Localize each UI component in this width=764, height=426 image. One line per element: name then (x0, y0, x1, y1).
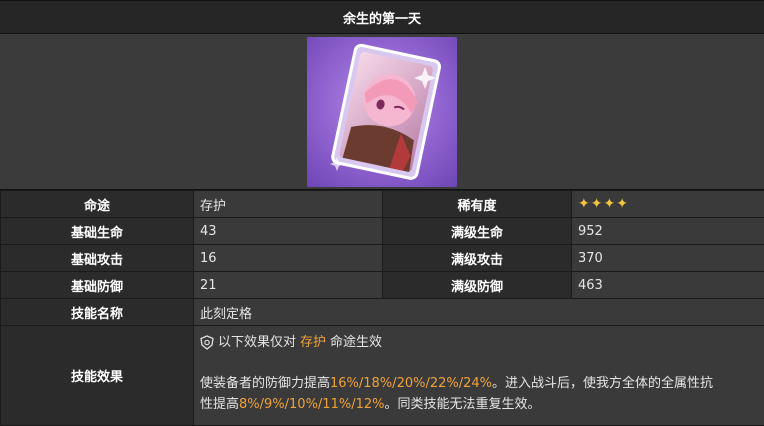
table-row: 基础防御 21 满级防御 463 (1, 272, 764, 299)
atk-base-value: 16 (194, 245, 383, 272)
skill-effect-label: 技能效果 (1, 326, 194, 426)
table-row: 基础生命 43 满级生命 952 (1, 218, 764, 245)
table-row: 命途 存护 稀有度 ✦✦✦✦ (1, 191, 764, 218)
skill-effect-value: 以下效果仅对存护命途生效 使装备者的防御力提高16%/18%/20%/22%/2… (194, 326, 764, 426)
def-base-value: 21 (194, 272, 383, 299)
effect-line1-suffix: 。进入战斗后，使我方全体的全属性抗 (492, 376, 713, 391)
lightcone-portrait (307, 37, 457, 187)
note-suffix: 命途生效 (330, 332, 382, 353)
preservation-path-icon (200, 335, 214, 350)
def-max-value: 463 (572, 272, 764, 299)
stats-table: 命途 存护 稀有度 ✦✦✦✦ 基础生命 43 满级生命 952 基础攻击 16 … (0, 190, 764, 426)
hp-max-value: 952 (572, 218, 764, 245)
hp-max-label: 满级生命 (383, 218, 572, 245)
effect-spacer (200, 353, 758, 373)
effect-line-1: 使装备者的防御力提高16%/18%/20%/22%/24%。进入战斗后，使我方全… (200, 373, 758, 394)
path-value: 存护 (194, 191, 383, 218)
effect-line-2: 性提高8%/9%/10%/11%/12%。同类技能无法重复生效。 (200, 394, 758, 415)
lightcone-art-icon (307, 37, 457, 187)
atk-max-label: 满级攻击 (383, 245, 572, 272)
skill-name-value: 此刻定格 (194, 299, 764, 326)
table-row: 技能效果 以下效果仅对存护命途生效 使装备者的防御力提高16%/18%/20%/… (1, 326, 764, 426)
lightcone-info-card: 余生的第一天 (0, 0, 764, 416)
card-title: 余生的第一天 (0, 1, 764, 34)
effect-line1-values: 16%/18%/20%/22%/24% (330, 376, 492, 391)
portrait-row (0, 34, 764, 190)
rarity-label: 稀有度 (383, 191, 572, 218)
hp-base-label: 基础生命 (1, 218, 194, 245)
rarity-value: ✦✦✦✦ (572, 191, 764, 218)
path-restriction-note: 以下效果仅对存护命途生效 (200, 332, 758, 353)
rarity-stars-icon: ✦✦✦✦ (578, 196, 629, 212)
atk-max-value: 370 (572, 245, 764, 272)
hp-base-value: 43 (194, 218, 383, 245)
effect-line2-values: 8%/9%/10%/11%/12% (239, 397, 384, 412)
table-row: 基础攻击 16 满级攻击 370 (1, 245, 764, 272)
effect-line2-prefix: 性提高 (200, 397, 239, 412)
effect-line1-prefix: 使装备者的防御力提高 (200, 376, 330, 391)
note-prefix: 以下效果仅对 (218, 332, 296, 353)
effect-line2-suffix: 。同类技能无法重复生效。 (384, 397, 540, 412)
def-max-label: 满级防御 (383, 272, 572, 299)
note-path-highlight: 存护 (300, 332, 326, 353)
skill-name-label: 技能名称 (1, 299, 194, 326)
path-label: 命途 (1, 191, 194, 218)
table-row: 技能名称 此刻定格 (1, 299, 764, 326)
def-base-label: 基础防御 (1, 272, 194, 299)
atk-base-label: 基础攻击 (1, 245, 194, 272)
